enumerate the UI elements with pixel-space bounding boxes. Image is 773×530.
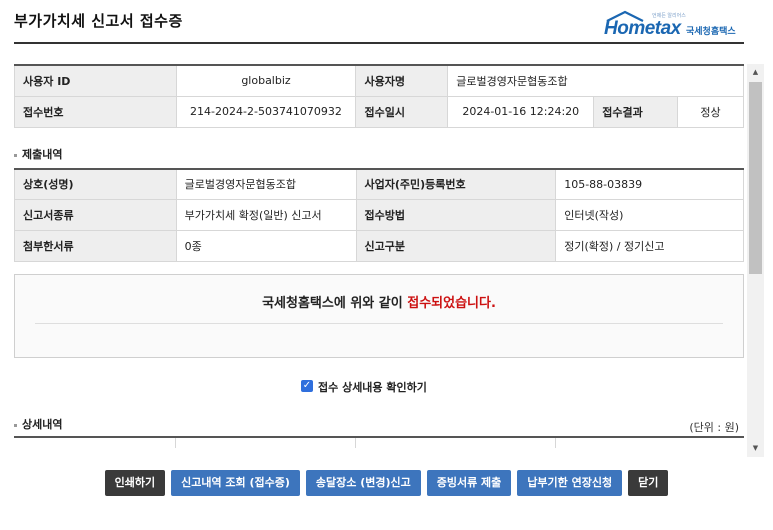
extend-payment-button[interactable]: 납부기한 연장신청 (517, 470, 623, 496)
scroll-thumb[interactable] (749, 82, 762, 274)
row-label: 접수방법 (355, 199, 557, 231)
notice-message: 국세청홈택스에 위와 같이 접수되었습니다. (15, 292, 743, 311)
table-row: 사용자 ID globalbiz 사용자명 글로벌경영자문협동조합 (14, 64, 744, 97)
scrollable-content[interactable]: 사용자 ID globalbiz 사용자명 글로벌경영자문협동조합 접수번호 2… (14, 64, 747, 457)
row-value: 0종 (175, 230, 357, 262)
page-header: 부가가치세 신고서 접수증 언제든 알리어스 Hometax 국세청홈택스 (14, 0, 744, 44)
receipt-time-label: 접수일시 (355, 95, 449, 128)
close-button[interactable]: 닫기 (628, 470, 669, 496)
detail-section-title: 상세내역 (14, 410, 747, 438)
result-value: 정상 (677, 95, 744, 128)
row-label: 첨부한서류 (14, 230, 177, 262)
logo-wordmark: Hometax (604, 18, 681, 39)
user-id-value: globalbiz (175, 64, 357, 97)
change-address-button[interactable]: 송달장소 (변경)신고 (305, 470, 421, 496)
user-info-table: 사용자 ID globalbiz 사용자명 글로벌경영자문협동조합 접수번호 2… (14, 64, 744, 128)
table-row: 상호(성명) 글로벌경영자문협동조합 사업자(주민)등록번호 105-88-03… (14, 168, 744, 200)
unit-label: (단위 : 원) (689, 421, 739, 434)
notice-highlight: 접수되었습니다. (407, 296, 496, 311)
row-label: 상호(성명) (14, 168, 177, 200)
row-value: 정기(확정) / 정기신고 (555, 230, 744, 262)
divider (35, 323, 723, 324)
row-label: 신고구분 (355, 230, 557, 262)
vertical-scrollbar[interactable]: ▲ ▼ (747, 64, 764, 457)
notice-prefix: 국세청홈택스에 위와 같이 (262, 296, 408, 311)
view-receipt-button[interactable]: 신고내역 조회 (접수증) (171, 470, 300, 496)
row-label: 사업자(주민)등록번호 (355, 168, 557, 200)
row-value: 인터넷(작성) (555, 199, 744, 231)
table-row: 신고서종류 부가가치세 확정(일반) 신고서 접수방법 인터넷(작성) (14, 199, 744, 231)
confirm-checkbox[interactable]: ✓ (301, 380, 313, 392)
button-bar: 인쇄하기 신고내역 조회 (접수증) 송달장소 (변경)신고 증빙서류 제출 납… (0, 470, 773, 500)
user-name-label: 사용자명 (355, 64, 449, 97)
receipt-time-value: 2024-01-16 12:24:20 (447, 95, 595, 128)
scroll-up-arrow-icon[interactable]: ▲ (747, 64, 764, 81)
table-row: 첨부한서류 0종 신고구분 정기(확정) / 정기신고 (14, 230, 744, 262)
submission-table: 상호(성명) 글로벌경영자문협동조합 사업자(주민)등록번호 105-88-03… (14, 167, 744, 262)
receipt-no-label: 접수번호 (14, 95, 177, 128)
print-button[interactable]: 인쇄하기 (104, 470, 166, 496)
user-id-label: 사용자 ID (14, 64, 177, 97)
row-label: 신고서종류 (14, 199, 177, 231)
detail-header: 상세내역 (단위 : 원) (14, 410, 747, 436)
notice-box: 국세청홈택스에 위와 같이 접수되었습니다. (14, 274, 744, 358)
confirm-row: ✓ 접수 상세내용 확인하기 (14, 358, 747, 402)
result-label: 접수결과 (593, 95, 679, 128)
submit-docs-button[interactable]: 증빙서류 제출 (426, 470, 512, 496)
row-value: 글로벌경영자문협동조합 (175, 168, 357, 200)
logo-subtitle: 국세청홈택스 (686, 27, 736, 37)
row-value: 부가가치세 확정(일반) 신고서 (175, 199, 357, 231)
receipt-no-value: 214-2024-2-503741070932 (175, 95, 357, 128)
submission-section-title: 제출내역 (14, 140, 747, 168)
page-title: 부가가치세 신고서 접수증 (14, 12, 183, 30)
scroll-down-arrow-icon[interactable]: ▼ (747, 440, 764, 457)
hometax-logo: 언제든 알리어스 Hometax 국세청홈택스 (604, 10, 744, 39)
row-value: 105-88-03839 (555, 168, 744, 200)
confirm-checkbox-label[interactable]: 접수 상세내용 확인하기 (318, 379, 427, 395)
table-row: 접수번호 214-2024-2-503741070932 접수일시 2024-0… (14, 95, 744, 128)
user-name-value: 글로벌경영자문협동조합 (447, 64, 744, 97)
